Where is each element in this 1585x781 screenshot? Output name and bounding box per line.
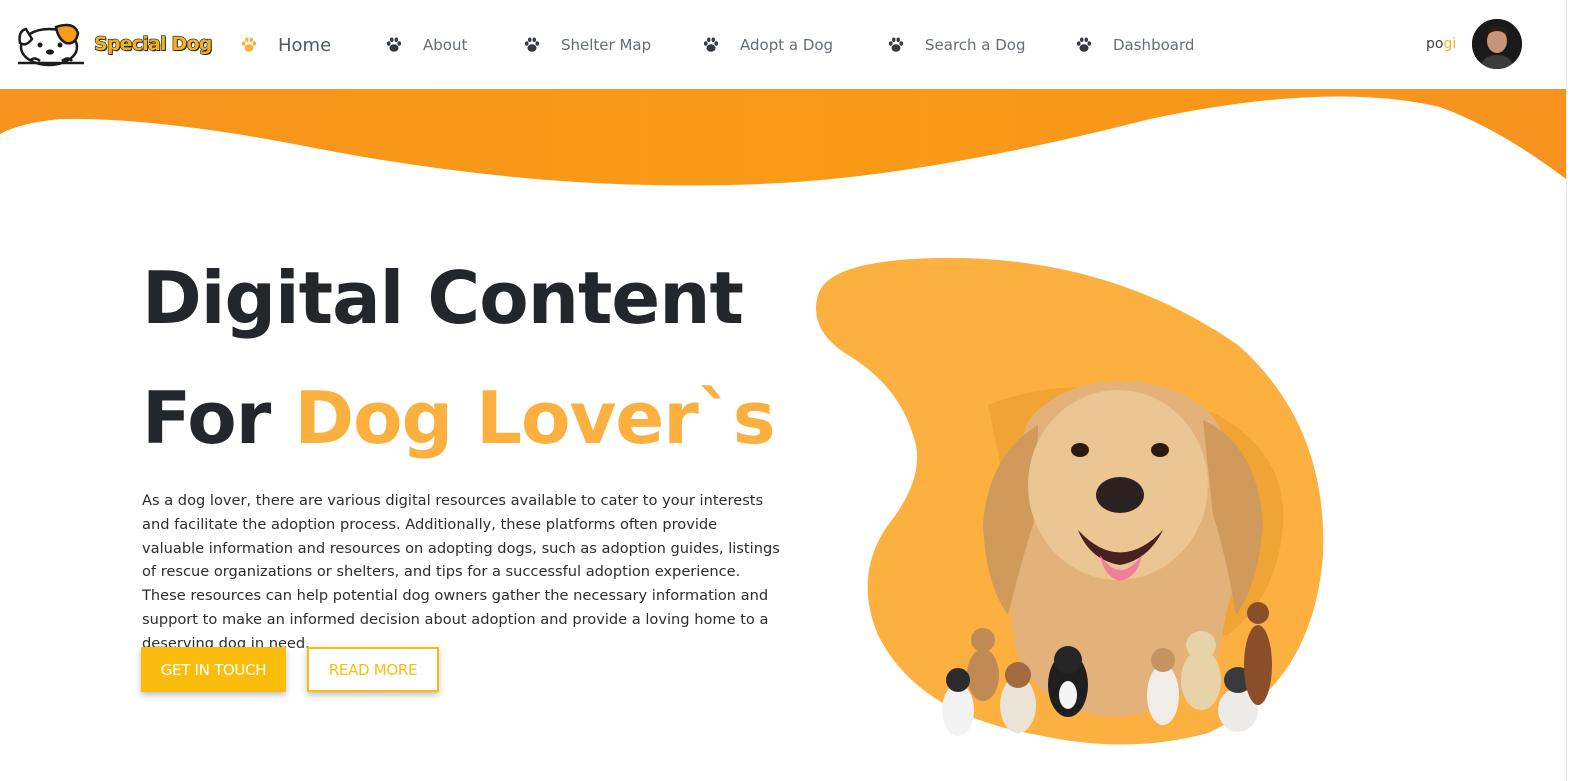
paw-icon <box>241 37 257 52</box>
orange-wave <box>0 89 1566 186</box>
hero-title-accent: Dog Lover`s <box>294 376 775 460</box>
get-in-touch-button[interactable]: GET IN TOUCH <box>141 647 286 692</box>
avatar[interactable] <box>1472 19 1523 69</box>
scrollbar-edge <box>1566 0 1585 781</box>
hero-title-line1: Digital Content <box>142 256 744 340</box>
nav-label: About <box>423 36 468 54</box>
read-more-button[interactable]: READ MORE <box>307 647 439 692</box>
hero-dog-image <box>816 257 1324 745</box>
nav-search-a-dog[interactable]: Search a Dog <box>887 29 1026 61</box>
paw-icon <box>703 37 719 52</box>
paw-icon <box>386 37 402 52</box>
nav-label: Adopt a Dog <box>740 36 834 54</box>
dog-mascot-icon <box>18 23 84 67</box>
nav-about[interactable]: About <box>385 29 467 61</box>
nav-label: Dashboard <box>1113 36 1195 54</box>
brand-name: Special Dog <box>93 32 213 55</box>
paw-icon <box>888 37 904 52</box>
nav-adopt-a-dog[interactable]: Adopt a Dog <box>702 29 833 61</box>
paw-icon <box>1076 37 1092 52</box>
nav-label: Search a Dog <box>925 36 1026 54</box>
nav-label: Home <box>278 34 332 56</box>
brand-logo[interactable]: Special Dog <box>16 19 213 69</box>
navbar: Special Dog Home About Shelter Map Adopt… <box>0 0 1566 89</box>
nav-shelter-map[interactable]: Shelter Map <box>523 29 651 61</box>
nav-label: Shelter Map <box>561 36 652 54</box>
nav-dashboard[interactable]: Dashboard <box>1075 29 1194 61</box>
user-avatar-icon <box>1472 19 1523 69</box>
nav-home[interactable]: Home <box>240 29 331 61</box>
paw-icon <box>524 37 540 52</box>
hero-title-line2: For Dog Lover`s <box>142 376 776 460</box>
hero-description: As a dog lover, there are various digita… <box>142 492 780 652</box>
user-name: pogi <box>1426 36 1457 52</box>
user-menu[interactable]: pogi <box>1426 19 1523 69</box>
